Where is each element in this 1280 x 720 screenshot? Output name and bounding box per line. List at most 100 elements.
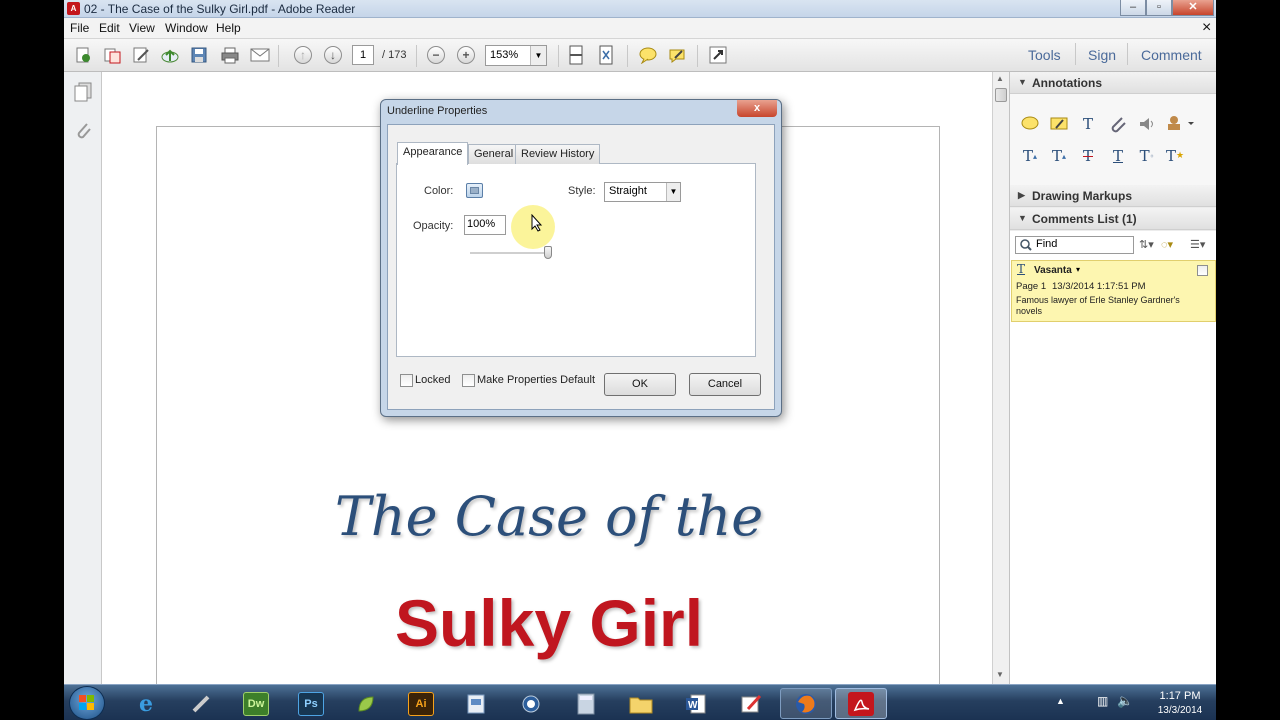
taskbar-explorer[interactable] bbox=[615, 688, 667, 719]
locked-checkbox[interactable] bbox=[400, 374, 413, 387]
sticky-note-icon[interactable] bbox=[637, 44, 659, 66]
record-audio-tool-icon[interactable] bbox=[1137, 114, 1157, 134]
taskbar-app-swirl[interactable] bbox=[505, 688, 557, 719]
highlight-text-icon[interactable] bbox=[666, 44, 688, 66]
stamp-tool-icon[interactable] bbox=[1165, 114, 1197, 134]
underline-tool-icon[interactable]: T bbox=[1108, 146, 1128, 166]
tab-tools[interactable]: Tools bbox=[1028, 47, 1061, 63]
opacity-slider-thumb[interactable] bbox=[544, 246, 552, 259]
replace-text-tool-icon[interactable]: T ▴ bbox=[1049, 146, 1069, 166]
zoom-out-button[interactable]: − bbox=[425, 44, 447, 66]
calculator-icon bbox=[573, 692, 599, 716]
page-thumbnails-icon[interactable] bbox=[74, 82, 92, 105]
tab-comment[interactable]: Comment bbox=[1141, 47, 1202, 63]
taskbar-app-doc[interactable] bbox=[450, 688, 502, 719]
tab-general[interactable]: General bbox=[468, 144, 520, 164]
annotations-header[interactable]: ▼ Annotations bbox=[1010, 72, 1216, 94]
highlight-text-tool-icon[interactable]: T ★ bbox=[1165, 146, 1185, 166]
strikethrough-tool-icon[interactable]: T bbox=[1078, 146, 1098, 166]
taskbar-firefox[interactable] bbox=[780, 688, 832, 719]
menu-view[interactable]: View bbox=[129, 21, 155, 35]
comment-card[interactable]: T Vasanta ▾ Page 1 13/3/2014 1:17:51 PM … bbox=[1011, 260, 1216, 322]
menu-help[interactable]: Help bbox=[216, 21, 241, 35]
close-window-button[interactable]: ✕ bbox=[1172, 0, 1214, 16]
close-document-icon[interactable]: × bbox=[1202, 19, 1211, 37]
taskbar-illustrator[interactable]: Ai bbox=[395, 688, 447, 719]
comment-options-icon[interactable]: ☰▾ bbox=[1190, 238, 1205, 251]
comments-list-header[interactable]: ▼ Comments List (1) bbox=[1010, 208, 1216, 230]
minimize-button[interactable]: – bbox=[1120, 0, 1146, 16]
fit-page-icon[interactable] bbox=[595, 44, 617, 66]
start-button[interactable] bbox=[69, 686, 105, 720]
taskbar-tool[interactable] bbox=[175, 688, 227, 719]
make-default-checkbox[interactable] bbox=[462, 374, 475, 387]
page-number-input[interactable]: 1 bbox=[352, 45, 374, 65]
volume-icon[interactable]: 🔈 bbox=[1117, 693, 1133, 709]
scroll-thumb[interactable] bbox=[995, 88, 1007, 102]
scrolling-mode-icon[interactable] bbox=[565, 44, 587, 66]
taskbar-paint[interactable] bbox=[725, 688, 777, 719]
opacity-input[interactable]: 100% bbox=[464, 215, 506, 235]
comment-page: Page 1 bbox=[1016, 281, 1047, 292]
zoom-select[interactable]: 153% ▼ bbox=[485, 45, 547, 66]
print-icon[interactable] bbox=[219, 44, 241, 66]
add-note-to-text-tool-icon[interactable]: T ◦ bbox=[1137, 146, 1157, 166]
attachments-icon[interactable] bbox=[74, 120, 92, 143]
edit-icon[interactable] bbox=[130, 44, 152, 66]
color-label: Color: bbox=[424, 185, 454, 197]
menu-edit[interactable]: Edit bbox=[99, 21, 120, 35]
plus-icon: + bbox=[457, 46, 475, 64]
email-icon[interactable] bbox=[249, 44, 271, 66]
create-pdf-icon[interactable] bbox=[72, 44, 94, 66]
comments-list: Find ⇅▾ ◌▾ ☰▾ T Vasanta ▾ Page 1 13/3/20… bbox=[1010, 231, 1216, 684]
window-titlebar: A 02 - The Case of the Sulky Girl.pdf - … bbox=[64, 0, 1216, 18]
taskbar-dreamweaver[interactable]: Dw bbox=[230, 688, 282, 719]
taskbar-adobe-reader[interactable] bbox=[835, 688, 887, 719]
clock-time[interactable]: 1:17 PM bbox=[1150, 690, 1210, 702]
sort-comments-icon[interactable]: ⇅▾ bbox=[1139, 238, 1154, 251]
taskbar-photoshop[interactable]: Ps bbox=[285, 688, 337, 719]
network-icon[interactable]: ▥ bbox=[1097, 694, 1108, 708]
next-page-button[interactable]: ↓ bbox=[322, 44, 344, 66]
find-comments-input[interactable]: Find bbox=[1015, 236, 1134, 254]
insert-text-tool-icon[interactable]: T ▴ bbox=[1020, 146, 1040, 166]
taskbar-calculator[interactable] bbox=[560, 688, 612, 719]
zoom-in-button[interactable]: + bbox=[455, 44, 477, 66]
dialog-close-button[interactable]: x bbox=[737, 100, 777, 117]
restore-button[interactable]: ▫ bbox=[1146, 0, 1172, 16]
opacity-slider-track[interactable] bbox=[470, 252, 548, 254]
scroll-up-icon[interactable]: ▲ bbox=[996, 74, 1004, 83]
taskbar-word[interactable]: W bbox=[670, 688, 722, 719]
cancel-button[interactable]: Cancel bbox=[689, 373, 761, 396]
tab-appearance[interactable]: Appearance bbox=[397, 142, 469, 165]
save-icon[interactable] bbox=[188, 44, 210, 66]
scroll-down-icon[interactable]: ▼ bbox=[996, 670, 1004, 679]
filter-comments-icon[interactable]: ◌▾ bbox=[1161, 238, 1173, 251]
taskbar-app[interactable] bbox=[340, 688, 392, 719]
full-screen-icon[interactable] bbox=[707, 44, 729, 66]
clock-date[interactable]: 13/3/2014 bbox=[1150, 705, 1210, 716]
taskbar-internet-explorer[interactable]: e bbox=[120, 688, 172, 719]
color-swatch-button[interactable] bbox=[466, 183, 483, 198]
comment-author[interactable]: Vasanta bbox=[1034, 265, 1072, 276]
upload-cloud-icon[interactable] bbox=[159, 44, 181, 66]
make-default-label: Make Properties Default bbox=[477, 374, 595, 386]
tab-review-history[interactable]: Review History bbox=[515, 144, 601, 164]
combine-files-icon[interactable] bbox=[101, 44, 123, 66]
highlight-tool-icon[interactable] bbox=[1049, 114, 1069, 134]
sticky-note-tool-icon[interactable] bbox=[1020, 114, 1040, 134]
drawing-markups-header[interactable]: ▶ Drawing Markups bbox=[1010, 185, 1216, 207]
expand-triangle-icon: ▼ bbox=[1018, 213, 1027, 223]
document-scrollbar[interactable]: ▲ ▼ bbox=[992, 72, 1009, 684]
tab-sign[interactable]: Sign bbox=[1088, 47, 1116, 63]
menu-file[interactable]: File bbox=[70, 21, 89, 35]
style-select[interactable]: Straight ▼ bbox=[604, 182, 681, 202]
previous-page-button[interactable]: ↑ bbox=[292, 44, 314, 66]
menu-window[interactable]: Window bbox=[165, 21, 208, 35]
attach-file-tool-icon[interactable] bbox=[1108, 114, 1128, 134]
ok-button[interactable]: OK bbox=[604, 373, 676, 396]
add-text-tool-icon[interactable]: T bbox=[1078, 114, 1098, 134]
show-hidden-icons[interactable]: ▲ bbox=[1056, 696, 1065, 706]
comment-checkbox[interactable] bbox=[1197, 265, 1208, 276]
author-menu-icon[interactable]: ▾ bbox=[1076, 265, 1080, 274]
